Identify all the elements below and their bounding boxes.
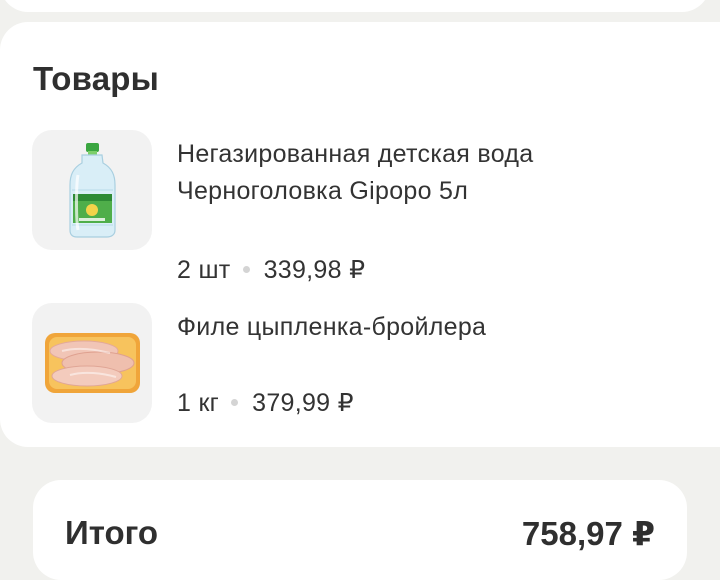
previous-card (0, 0, 710, 12)
water-bottle-icon (69, 143, 116, 238)
total-value: 758,97 ₽ (521, 515, 655, 552)
total-label: Итого (65, 514, 159, 551)
product-price: 379,99 ₽ (252, 389, 354, 417)
product-meta: 2 шт 339,98 ₽ (177, 255, 365, 285)
section-title: Товары (33, 60, 159, 97)
product-quantity: 1 кг (177, 389, 220, 417)
product-name: Негазированная детская вода Черноголовка… (177, 140, 534, 205)
product-image-chicken (32, 303, 152, 423)
product-image-water (32, 130, 152, 250)
separator-dot (231, 398, 239, 406)
product-meta: 1 кг 379,99 ₽ (177, 388, 354, 418)
product-price: 339,98 ₽ (263, 256, 366, 284)
separator-dot (242, 265, 250, 273)
product-quantity: 2 шт (177, 256, 231, 284)
product-name: Филе цыпленка-бройлера (177, 313, 487, 341)
products-card: Товары Негазированная детская вода Черно… (0, 22, 720, 447)
chicken-fillet-icon (45, 333, 140, 393)
total-card: Итого 758,97 ₽ (33, 480, 687, 580)
